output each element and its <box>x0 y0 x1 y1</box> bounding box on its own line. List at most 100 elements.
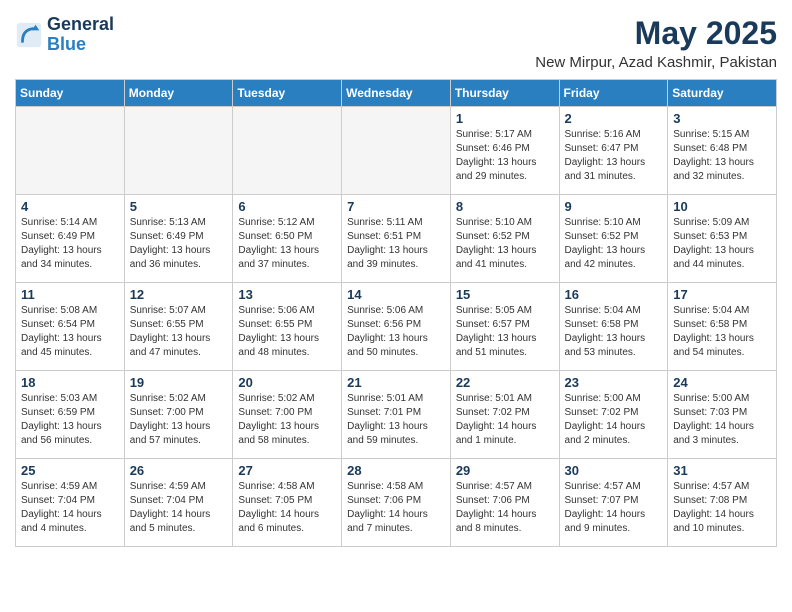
day-info: Sunrise: 5:17 AM Sunset: 6:46 PM Dayligh… <box>456 128 554 184</box>
day-number: 16 <box>565 287 663 302</box>
calendar-cell <box>124 107 233 195</box>
day-info: Sunrise: 5:00 AM Sunset: 7:03 PM Dayligh… <box>673 392 771 448</box>
day-number: 29 <box>456 463 554 478</box>
day-number: 10 <box>673 199 771 214</box>
calendar-cell: 7Sunrise: 5:11 AM Sunset: 6:51 PM Daylig… <box>342 195 451 283</box>
day-info: Sunrise: 5:02 AM Sunset: 7:00 PM Dayligh… <box>238 392 336 448</box>
day-number: 24 <box>673 375 771 390</box>
calendar-cell: 24 Sunrise: 5:00 AM Sunset: 7:03 PM Dayli… <box>668 371 777 459</box>
day-info: Sunrise: 5:01 AM Sunset: 7:01 PM Dayligh… <box>347 392 445 448</box>
day-info: Sunrise: 5:02 AM Sunset: 7:00 PM Dayligh… <box>130 392 228 448</box>
calendar-cell: 25 Sunrise: 4:59 AM Sunset: 7:04 PM Dayli… <box>16 459 125 547</box>
day-info: Sunrise: 5:07 AM Sunset: 6:55 PM Dayligh… <box>130 304 228 360</box>
day-number: 8 <box>456 199 554 214</box>
day-info: Sunrise: 5:10 AM Sunset: 6:52 PM Dayligh… <box>456 216 554 272</box>
col-header-friday: Friday <box>559 80 668 107</box>
day-number: 26 <box>130 463 228 478</box>
calendar-cell: 31 Sunrise: 4:57 AM Sunset: 7:08 PM Dayli… <box>668 459 777 547</box>
calendar-cell <box>233 107 342 195</box>
day-number: 6 <box>238 199 336 214</box>
calendar-cell: 5Sunrise: 5:13 AM Sunset: 6:49 PM Daylig… <box>124 195 233 283</box>
calendar-cell: 15 Sunrise: 5:05 AM Sunset: 6:57 PM Dayli… <box>450 283 559 371</box>
day-info: Sunrise: 4:59 AM Sunset: 7:04 PM Dayligh… <box>21 480 119 536</box>
calendar-cell: 23Sunrise: 5:00 AM Sunset: 7:02 PM Dayli… <box>559 371 668 459</box>
day-number: 17 <box>673 287 771 302</box>
logo-line2: Blue <box>47 35 114 55</box>
calendar-cell: 29Sunrise: 4:57 AM Sunset: 7:06 PM Dayli… <box>450 459 559 547</box>
col-header-monday: Monday <box>124 80 233 107</box>
day-number: 30 <box>565 463 663 478</box>
day-number: 22 <box>456 375 554 390</box>
day-info: Sunrise: 5:01 AM Sunset: 7:02 PM Dayligh… <box>456 392 554 448</box>
day-number: 1 <box>456 111 554 126</box>
calendar-cell: 12 Sunrise: 5:07 AM Sunset: 6:55 PM Dayli… <box>124 283 233 371</box>
calendar-cell: 27Sunrise: 4:58 AM Sunset: 7:05 PM Dayli… <box>233 459 342 547</box>
week-row-3: 11Sunrise: 5:08 AM Sunset: 6:54 PM Dayli… <box>16 283 777 371</box>
col-header-tuesday: Tuesday <box>233 80 342 107</box>
day-info: Sunrise: 5:05 AM Sunset: 6:57 PM Dayligh… <box>456 304 554 360</box>
calendar-cell: 18Sunrise: 5:03 AM Sunset: 6:59 PM Dayli… <box>16 371 125 459</box>
day-number: 21 <box>347 375 445 390</box>
calendar-cell <box>16 107 125 195</box>
month-title: May 2025 <box>535 15 777 52</box>
calendar-cell: 6 Sunrise: 5:12 AM Sunset: 6:50 PM Daylig… <box>233 195 342 283</box>
col-header-sunday: Sunday <box>16 80 125 107</box>
calendar-cell: 20 Sunrise: 5:02 AM Sunset: 7:00 PM Dayli… <box>233 371 342 459</box>
location-subtitle: New Mirpur, Azad Kashmir, Pakistan <box>535 54 777 71</box>
calendar-cell: 28 Sunrise: 4:58 AM Sunset: 7:06 PM Dayli… <box>342 459 451 547</box>
logo: General Blue <box>15 15 114 55</box>
day-number: 28 <box>347 463 445 478</box>
day-info: Sunrise: 5:06 AM Sunset: 6:55 PM Dayligh… <box>238 304 336 360</box>
calendar-cell: 26Sunrise: 4:59 AM Sunset: 7:04 PM Dayli… <box>124 459 233 547</box>
day-number: 12 <box>130 287 228 302</box>
calendar-cell: 3 Sunrise: 5:15 AM Sunset: 6:48 PM Daylig… <box>668 107 777 195</box>
col-header-thursday: Thursday <box>450 80 559 107</box>
calendar-cell: 16 Sunrise: 5:04 AM Sunset: 6:58 PM Dayli… <box>559 283 668 371</box>
calendar-cell: 13Sunrise: 5:06 AM Sunset: 6:55 PM Dayli… <box>233 283 342 371</box>
day-number: 20 <box>238 375 336 390</box>
day-number: 31 <box>673 463 771 478</box>
day-info: Sunrise: 5:10 AM Sunset: 6:52 PM Dayligh… <box>565 216 663 272</box>
day-number: 27 <box>238 463 336 478</box>
week-row-4: 18Sunrise: 5:03 AM Sunset: 6:59 PM Dayli… <box>16 371 777 459</box>
week-row-2: 4Sunrise: 5:14 AM Sunset: 6:49 PM Daylig… <box>16 195 777 283</box>
header-row: SundayMondayTuesdayWednesdayThursdayFrid… <box>16 80 777 107</box>
day-info: Sunrise: 4:58 AM Sunset: 7:06 PM Dayligh… <box>347 480 445 536</box>
col-header-wednesday: Wednesday <box>342 80 451 107</box>
day-info: Sunrise: 5:04 AM Sunset: 6:58 PM Dayligh… <box>673 304 771 360</box>
day-info: Sunrise: 5:11 AM Sunset: 6:51 PM Dayligh… <box>347 216 445 272</box>
calendar-cell: 14 Sunrise: 5:06 AM Sunset: 6:56 PM Dayli… <box>342 283 451 371</box>
day-number: 3 <box>673 111 771 126</box>
day-number: 15 <box>456 287 554 302</box>
calendar-cell: 4Sunrise: 5:14 AM Sunset: 6:49 PM Daylig… <box>16 195 125 283</box>
title-block: May 2025 New Mirpur, Azad Kashmir, Pakis… <box>535 15 777 71</box>
day-info: Sunrise: 5:16 AM Sunset: 6:47 PM Dayligh… <box>565 128 663 184</box>
calendar-cell: 17 Sunrise: 5:04 AM Sunset: 6:58 PM Dayli… <box>668 283 777 371</box>
day-info: Sunrise: 5:14 AM Sunset: 6:49 PM Dayligh… <box>21 216 119 272</box>
calendar-cell: 21 Sunrise: 5:01 AM Sunset: 7:01 PM Dayli… <box>342 371 451 459</box>
calendar-cell <box>342 107 451 195</box>
week-row-5: 25 Sunrise: 4:59 AM Sunset: 7:04 PM Dayli… <box>16 459 777 547</box>
calendar-table: SundayMondayTuesdayWednesdayThursdayFrid… <box>15 79 777 547</box>
day-info: Sunrise: 4:57 AM Sunset: 7:07 PM Dayligh… <box>565 480 663 536</box>
calendar-cell: 30 Sunrise: 4:57 AM Sunset: 7:07 PM Dayli… <box>559 459 668 547</box>
calendar-cell: 19Sunrise: 5:02 AM Sunset: 7:00 PM Dayli… <box>124 371 233 459</box>
logo-line1: General <box>47 15 114 35</box>
calendar-cell: 9Sunrise: 5:10 AM Sunset: 6:52 PM Daylig… <box>559 195 668 283</box>
page-header: General Blue May 2025 New Mirpur, Azad K… <box>15 15 777 71</box>
week-row-1: 1 Sunrise: 5:17 AM Sunset: 6:46 PM Daylig… <box>16 107 777 195</box>
day-info: Sunrise: 5:04 AM Sunset: 6:58 PM Dayligh… <box>565 304 663 360</box>
day-info: Sunrise: 4:57 AM Sunset: 7:08 PM Dayligh… <box>673 480 771 536</box>
calendar-cell: 1 Sunrise: 5:17 AM Sunset: 6:46 PM Daylig… <box>450 107 559 195</box>
logo-icon <box>15 21 43 49</box>
day-number: 14 <box>347 287 445 302</box>
calendar-cell: 8 Sunrise: 5:10 AM Sunset: 6:52 PM Daylig… <box>450 195 559 283</box>
day-info: Sunrise: 5:06 AM Sunset: 6:56 PM Dayligh… <box>347 304 445 360</box>
day-number: 25 <box>21 463 119 478</box>
col-header-saturday: Saturday <box>668 80 777 107</box>
day-info: Sunrise: 5:09 AM Sunset: 6:53 PM Dayligh… <box>673 216 771 272</box>
day-info: Sunrise: 5:12 AM Sunset: 6:50 PM Dayligh… <box>238 216 336 272</box>
day-info: Sunrise: 5:15 AM Sunset: 6:48 PM Dayligh… <box>673 128 771 184</box>
day-info: Sunrise: 5:08 AM Sunset: 6:54 PM Dayligh… <box>21 304 119 360</box>
day-info: Sunrise: 5:13 AM Sunset: 6:49 PM Dayligh… <box>130 216 228 272</box>
